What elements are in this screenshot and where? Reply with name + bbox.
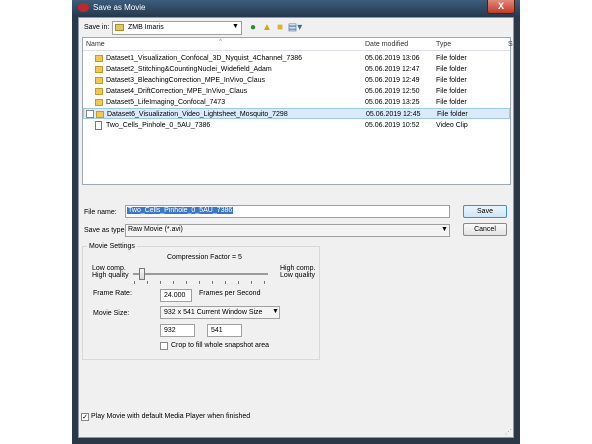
sort-arrow-icon: ^	[219, 39, 222, 45]
folder-icon	[95, 88, 103, 95]
back-arrow-icon[interactable]: ●	[246, 21, 260, 34]
crop-checkbox[interactable]	[160, 342, 168, 350]
file-name: Dataset6_Visualization_Video_Lightsheet_…	[107, 111, 288, 118]
column-header-type[interactable]: Type	[436, 39, 451, 51]
compression-slider-track[interactable]	[133, 273, 268, 275]
file-type: File folder	[436, 88, 467, 95]
frame-rate-label: Frame Rate:	[93, 290, 132, 297]
video-file-icon	[95, 121, 102, 130]
file-name: Dataset5_LifeImaging_Confocal_7473	[106, 99, 226, 106]
file-type: File folder	[436, 55, 467, 62]
desktop-background	[0, 0, 72, 444]
app-icon	[78, 3, 89, 12]
folder-icon	[115, 24, 124, 31]
list-item[interactable]: Two_Cells_Pinhole_0_5AU_7386 05.06.2019 …	[83, 120, 510, 131]
list-item[interactable]: Dataset2_Stitching&CountingNuclei_Widefi…	[83, 64, 510, 75]
slider-tick	[160, 281, 161, 284]
slider-tick	[147, 281, 148, 284]
file-date: 05.06.2019 12:47	[365, 66, 420, 73]
crop-label: Crop to fill whole snapshot area	[171, 342, 270, 349]
column-header-date[interactable]: Date modified	[365, 39, 408, 51]
slider-tick	[264, 281, 265, 284]
frame-rate-input[interactable]: 24.000	[160, 289, 192, 302]
slider-tick	[225, 281, 226, 284]
folder-icon	[96, 111, 104, 118]
save-button[interactable]: Save	[463, 205, 507, 218]
list-item[interactable]: Dataset1_Visualization_Confocal_3D_Nyqui…	[83, 53, 510, 64]
file-date: 05.06.2019 12:49	[365, 77, 420, 84]
new-folder-icon[interactable]: ■	[273, 21, 287, 34]
height-input[interactable]: 541	[207, 324, 242, 337]
low-quality-label: Low quality	[280, 272, 316, 279]
high-quality-label: High quality	[92, 272, 129, 279]
file-name: Two_Cells_Pinhole_0_5AU_7386	[106, 122, 211, 129]
file-type: File folder	[436, 99, 467, 106]
file-name: Dataset3_BleachingCorrection_MPE_InVivo_…	[106, 77, 266, 84]
resize-grip-icon[interactable]: ⋰	[505, 428, 512, 436]
row-checkbox[interactable]	[86, 110, 94, 118]
folder-icon	[95, 66, 103, 73]
slider-tick	[212, 281, 213, 284]
column-header-size[interactable]: S	[508, 39, 513, 51]
file-name-value[interactable]: Two_Cells_Pinhole_0_5AU_7386	[127, 207, 234, 214]
compression-factor-label: Compression Factor = 5	[167, 254, 242, 261]
low-comp-label: Low comp.	[92, 265, 126, 272]
fps-label: Frames per Second	[199, 290, 261, 297]
file-type: File folder	[437, 111, 468, 118]
cancel-button[interactable]: Cancel	[463, 223, 507, 236]
high-comp-label: High comp.	[280, 265, 316, 272]
save-as-type-label: Save as type:	[84, 227, 127, 234]
chevron-down-icon[interactable]: ▼	[441, 226, 448, 233]
slider-tick	[134, 281, 135, 284]
folder-icon	[95, 55, 103, 62]
file-date: 05.06.2019 12:50	[365, 88, 420, 95]
movie-size-dropdown[interactable]: 932 x 541 Current Window Size	[160, 306, 280, 319]
file-name: Dataset4_DriftCorrection_MPE_InVivo_Clau…	[106, 88, 248, 95]
slider-tick	[251, 281, 252, 284]
file-date: 05.06.2019 12:45	[366, 111, 421, 118]
movie-settings-title: Movie Settings	[87, 243, 137, 250]
folder-icon	[95, 77, 103, 84]
window-title: Save as Movie	[93, 3, 146, 12]
list-item[interactable]: Dataset5_LifeImaging_Confocal_7473 05.06…	[83, 97, 510, 108]
list-item-selected[interactable]: Dataset6_Visualization_Video_Lightsheet_…	[83, 108, 510, 119]
list-item[interactable]: Dataset3_BleachingCorrection_MPE_InVivo_…	[83, 75, 510, 86]
file-name: Dataset1_Visualization_Confocal_3D_Nyqui…	[106, 55, 303, 62]
save-in-value: ZMB Imaris	[128, 24, 164, 31]
folder-icon	[95, 99, 103, 106]
chevron-down-icon[interactable]: ▼	[272, 308, 279, 315]
slider-tick	[186, 281, 187, 284]
file-name: Dataset2_Stitching&CountingNuclei_Widefi…	[106, 66, 272, 73]
column-header-name[interactable]: Name	[86, 39, 105, 51]
save-as-type-value: Raw Movie (*.avi)	[128, 226, 183, 233]
file-name-label: File name:	[84, 209, 117, 216]
file-type: File folder	[436, 66, 467, 73]
file-date: 05.06.2019 10:52	[365, 122, 420, 129]
slider-tick	[199, 281, 200, 284]
close-button[interactable]: X	[487, 0, 515, 14]
slider-tick	[238, 281, 239, 284]
movie-size-label: Movie Size:	[93, 310, 130, 317]
chevron-down-icon[interactable]: ▼	[232, 23, 239, 30]
play-movie-label: Play Movie with default Media Player whe…	[91, 413, 251, 420]
file-date: 05.06.2019 13:06	[365, 55, 420, 62]
views-menu-icon[interactable]: ▤▾	[287, 21, 303, 34]
width-input[interactable]: 932	[160, 324, 195, 337]
file-type: File folder	[436, 77, 467, 84]
save-in-label: Save in:	[84, 24, 110, 31]
play-movie-checkbox[interactable]: ✓	[81, 413, 89, 421]
file-date: 05.06.2019 13:25	[365, 99, 420, 106]
up-folder-icon[interactable]: ▲	[260, 21, 274, 34]
list-item[interactable]: Dataset4_DriftCorrection_MPE_InVivo_Clau…	[83, 86, 510, 97]
slider-tick	[173, 281, 174, 284]
compression-slider-thumb[interactable]	[139, 268, 145, 280]
file-type: Video Clip	[436, 122, 468, 129]
